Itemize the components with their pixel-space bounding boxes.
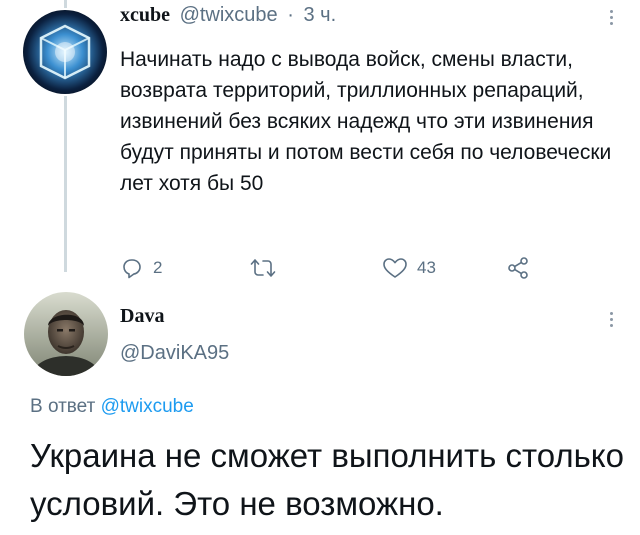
share-icon — [508, 257, 528, 279]
tweet1-more-icon[interactable] — [608, 10, 614, 25]
avatar-xcube[interactable] — [23, 10, 107, 94]
reply-icon — [123, 259, 141, 279]
person-avatar-image — [24, 292, 108, 376]
tweet1-header: xcube @twixcube · 3 ч. — [120, 2, 336, 28]
tweet1-handle[interactable]: @twixcube — [180, 4, 278, 26]
thread-line-top — [64, 0, 67, 8]
reply-to-handle-link[interactable]: @twixcube — [101, 396, 194, 417]
tweet1-author-name[interactable]: xcube — [120, 4, 170, 26]
tweet2-more-icon[interactable] — [608, 312, 614, 327]
avatar-dava[interactable] — [24, 292, 108, 376]
cube-avatar-image — [23, 10, 107, 94]
thread-line — [64, 96, 67, 272]
like-button[interactable]: 43 — [382, 256, 436, 280]
retweet-icon — [250, 259, 276, 277]
retweet-button[interactable] — [250, 256, 285, 280]
like-count: 43 — [417, 258, 436, 277]
tweet2-text: Украина не сможет выполнить столько усло… — [30, 437, 624, 522]
reply-button[interactable]: 2 — [120, 256, 162, 280]
tweet2-author-name[interactable]: Dava — [120, 305, 164, 328]
tweet1-text: Начинать надо с вывода войск, смены влас… — [120, 48, 612, 195]
share-button[interactable] — [506, 256, 530, 280]
tweet1-actions: 2 43 — [0, 256, 640, 282]
reply-to-line: В ответ @twixcube — [30, 396, 194, 418]
tweet1-time[interactable]: 3 ч. — [303, 4, 336, 26]
heart-icon — [383, 258, 407, 278]
reply-count: 2 — [153, 258, 163, 277]
tweet2-handle[interactable]: @DaviKA95 — [120, 342, 229, 365]
reply-to-prefix: В ответ — [30, 396, 96, 417]
tweet1-separator: · — [287, 4, 294, 26]
